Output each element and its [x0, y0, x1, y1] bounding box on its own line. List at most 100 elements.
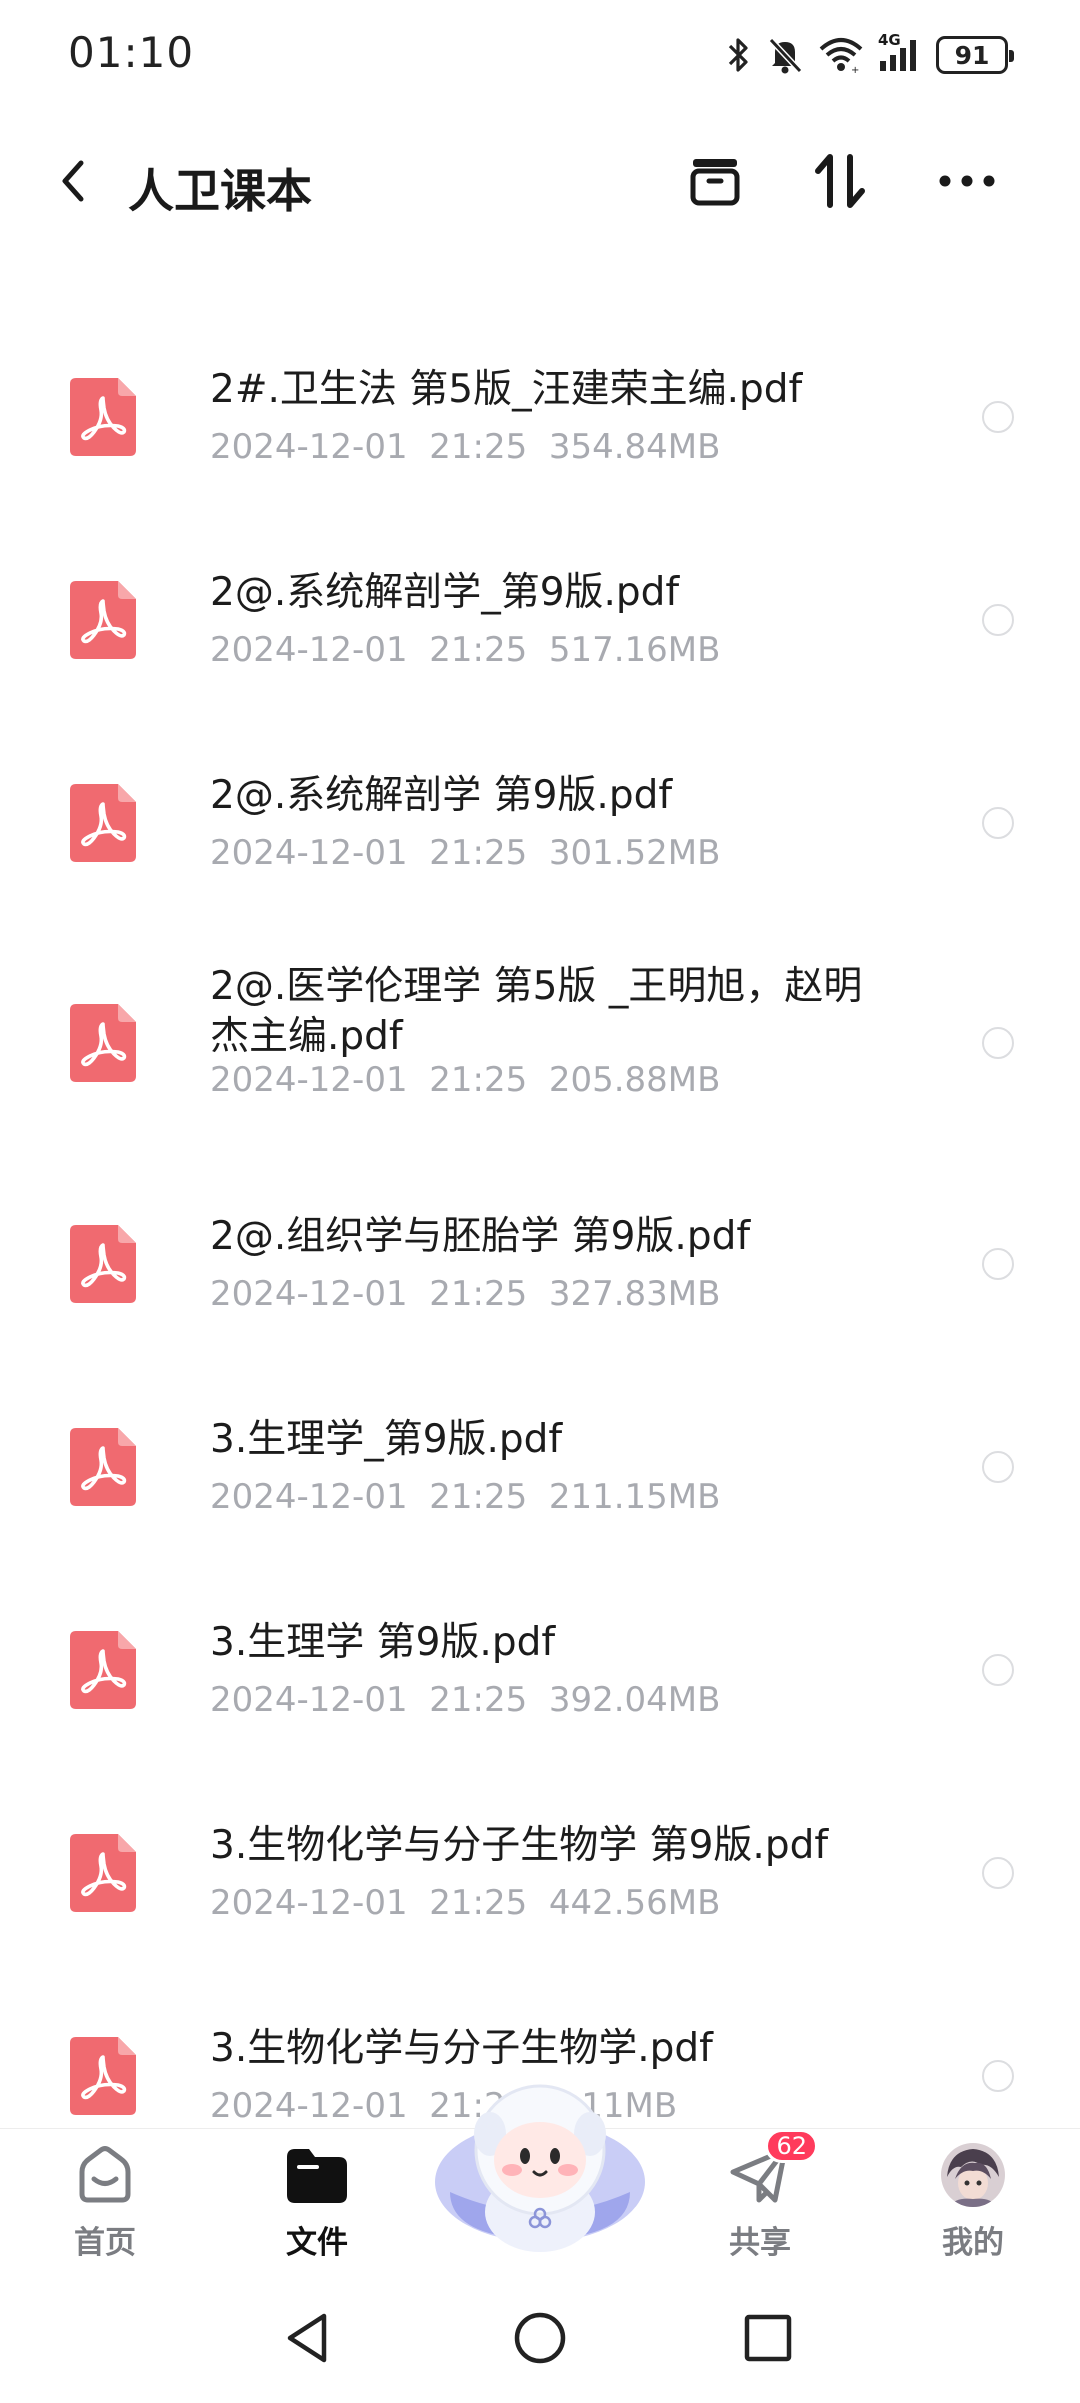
battery-indicator: 91	[936, 36, 1014, 74]
select-checkbox[interactable]	[982, 1856, 1014, 1889]
archive-button[interactable]	[681, 147, 749, 215]
file-date: 2024-12-01	[210, 427, 408, 467]
select-checkbox[interactable]	[982, 1027, 1014, 1059]
file-meta: 2024-12-01 21:25 211.15MB	[210, 1477, 720, 1517]
file-row[interactable]: 2@.系统解剖学_第9版.pdf 2024-12-01 21:25 517.16M…	[0, 518, 1080, 721]
file-meta: 2024-12-01 21:25 392.04MB	[210, 1680, 720, 1720]
pdf-icon	[70, 783, 136, 862]
file-time: 21:25	[429, 1680, 528, 1720]
select-checkbox[interactable]	[982, 1247, 1014, 1280]
nav-share[interactable]: 62 共享	[690, 2129, 830, 2269]
file-row[interactable]: 3.生物化学与分子生物学 第9版.pdf 2024-12-01 21:25 442…	[0, 1771, 1080, 1974]
select-checkbox[interactable]	[982, 806, 1014, 839]
file-date: 2024-12-01	[210, 1883, 408, 1923]
file-row[interactable]: 3.生理学 第9版.pdf 2024-12-01 21:25 392.04MB	[0, 1568, 1080, 1771]
file-time: 21:25	[429, 1477, 528, 1517]
system-recents-button[interactable]	[736, 2306, 800, 2370]
file-name: 3.生理学_第9版.pdf	[210, 1417, 563, 1462]
cellular-signal-icon: 4G	[878, 31, 922, 75]
nav-files-label: 文件	[286, 2225, 348, 2261]
more-icon	[939, 175, 995, 187]
avatar	[941, 2143, 1005, 2207]
file-row[interactable]: 2@.组织学与胚胎学 第9版.pdf 2024-12-01 21:25 327.8…	[0, 1162, 1080, 1365]
select-checkbox[interactable]	[982, 1653, 1014, 1686]
pdf-icon	[70, 377, 136, 456]
status-icons: + 4G 91	[726, 30, 1014, 80]
file-size: 392.04MB	[548, 1680, 721, 1720]
file-time: 21:25	[429, 1274, 528, 1314]
mascot-icon	[435, 2084, 645, 2252]
status-bar: 01:10 + 4G 91	[0, 0, 1080, 115]
share-badge: 62	[765, 2129, 818, 2163]
file-size: 354.84MB	[548, 427, 721, 467]
bluetooth-icon	[726, 35, 752, 75]
file-row[interactable]: 2@.医学伦理学 第5版 _王明旭，赵明杰主编.pdf 2024-12-01 21…	[0, 924, 1080, 1162]
more-button[interactable]	[933, 147, 1001, 215]
file-size: 442.56MB	[548, 1883, 721, 1923]
circle-home-icon	[514, 2312, 566, 2364]
file-date: 2024-12-01	[210, 1274, 408, 1314]
file-list-content: 2024-12-01 21:25 171.57MB2#.卫生法 第5版_汪建荣主…	[0, 203, 1080, 2128]
nav-home[interactable]: 首页	[35, 2139, 175, 2269]
sort-button[interactable]	[806, 147, 874, 215]
file-time: 21:25	[429, 1060, 528, 1100]
file-meta: 2024-12-01 21:25 205.88MB	[210, 1060, 720, 1100]
file-date: 2024-12-01	[210, 833, 408, 873]
file-meta: 2024-12-01 21:25 301.52MB	[210, 833, 720, 873]
file-row[interactable]: 2@.系统解剖学 第9版.pdf 2024-12-01 21:25 301.52M…	[0, 721, 1080, 924]
file-meta: 2024-12-01 21:25 354.84MB	[210, 427, 720, 467]
system-back-button[interactable]	[276, 2306, 340, 2370]
back-button[interactable]	[48, 153, 98, 209]
file-name: 2@.系统解剖学 第9版.pdf	[210, 773, 673, 818]
file-time: 21:25	[429, 630, 528, 670]
send-icon: 62	[724, 2129, 818, 2211]
pdf-icon	[70, 1004, 136, 1082]
file-time: 21:25	[429, 427, 528, 467]
file-meta: 2024-12-01 21:25 442.56MB	[210, 1883, 720, 1923]
system-home-button[interactable]	[508, 2306, 572, 2370]
file-name: 2@.系统解剖学_第9版.pdf	[210, 570, 680, 615]
nav-mine[interactable]: 我的	[903, 2139, 1043, 2269]
select-checkbox[interactable]	[982, 400, 1014, 433]
select-checkbox[interactable]	[982, 603, 1014, 636]
pdf-icon	[70, 1224, 136, 1303]
nav-mine-label: 我的	[942, 2225, 1004, 2261]
file-name: 2@.组织学与胚胎学 第9版.pdf	[210, 1214, 751, 1259]
select-checkbox[interactable]	[982, 2059, 1014, 2092]
square-recents-icon	[744, 2314, 792, 2362]
svg-text:+: +	[851, 65, 859, 75]
file-size: 205.88MB	[548, 1060, 721, 1100]
file-date: 2024-12-01	[210, 2086, 408, 2126]
status-time: 01:10	[68, 28, 195, 77]
select-checkbox[interactable]	[982, 1450, 1014, 1483]
nav-home-label: 首页	[74, 2225, 136, 2261]
wifi-icon: +	[818, 35, 864, 75]
file-date: 2024-12-01	[210, 630, 408, 670]
sort-icon	[815, 154, 865, 208]
file-size: 301.52MB	[548, 833, 721, 873]
network-type: 4G	[878, 31, 901, 49]
app-header: 人卫课本	[0, 115, 1080, 245]
file-list[interactable]: 2024-12-01 21:25 171.57MB2#.卫生法 第5版_汪建荣主…	[0, 203, 1080, 2128]
pdf-icon	[70, 1630, 136, 1709]
pdf-icon	[70, 1833, 136, 1912]
back-arrow-icon	[62, 160, 84, 202]
assistant-mascot-button[interactable]	[430, 2062, 650, 2252]
file-name: 2@.医学伦理学 第5版 _王明旭，赵明杰主编.pdf	[210, 964, 863, 1059]
file-size: 517.16MB	[548, 630, 721, 670]
page-title: 人卫课本	[128, 164, 312, 218]
nav-files[interactable]: 文件	[247, 2139, 387, 2269]
file-name: 2#.卫生法 第5版_汪建荣主编.pdf	[210, 367, 803, 412]
file-meta: 2024-12-01 21:25 327.83MB	[210, 1274, 720, 1314]
home-icon	[69, 2139, 141, 2211]
file-row[interactable]: 3.生理学_第9版.pdf 2024-12-01 21:25 211.15MB	[0, 1365, 1080, 1568]
file-size: 211.15MB	[548, 1477, 721, 1517]
file-time: 21:25	[429, 1883, 528, 1923]
pdf-icon	[70, 2036, 136, 2115]
file-date: 2024-12-01	[210, 1060, 408, 1100]
file-date: 2024-12-01	[210, 1477, 408, 1517]
file-row[interactable]: 2#.卫生法 第5版_汪建荣主编.pdf 2024-12-01 21:25 354…	[0, 315, 1080, 518]
system-nav-bar	[0, 2278, 1080, 2403]
triangle-back-icon	[287, 2313, 327, 2363]
file-time: 21:25	[429, 833, 528, 873]
